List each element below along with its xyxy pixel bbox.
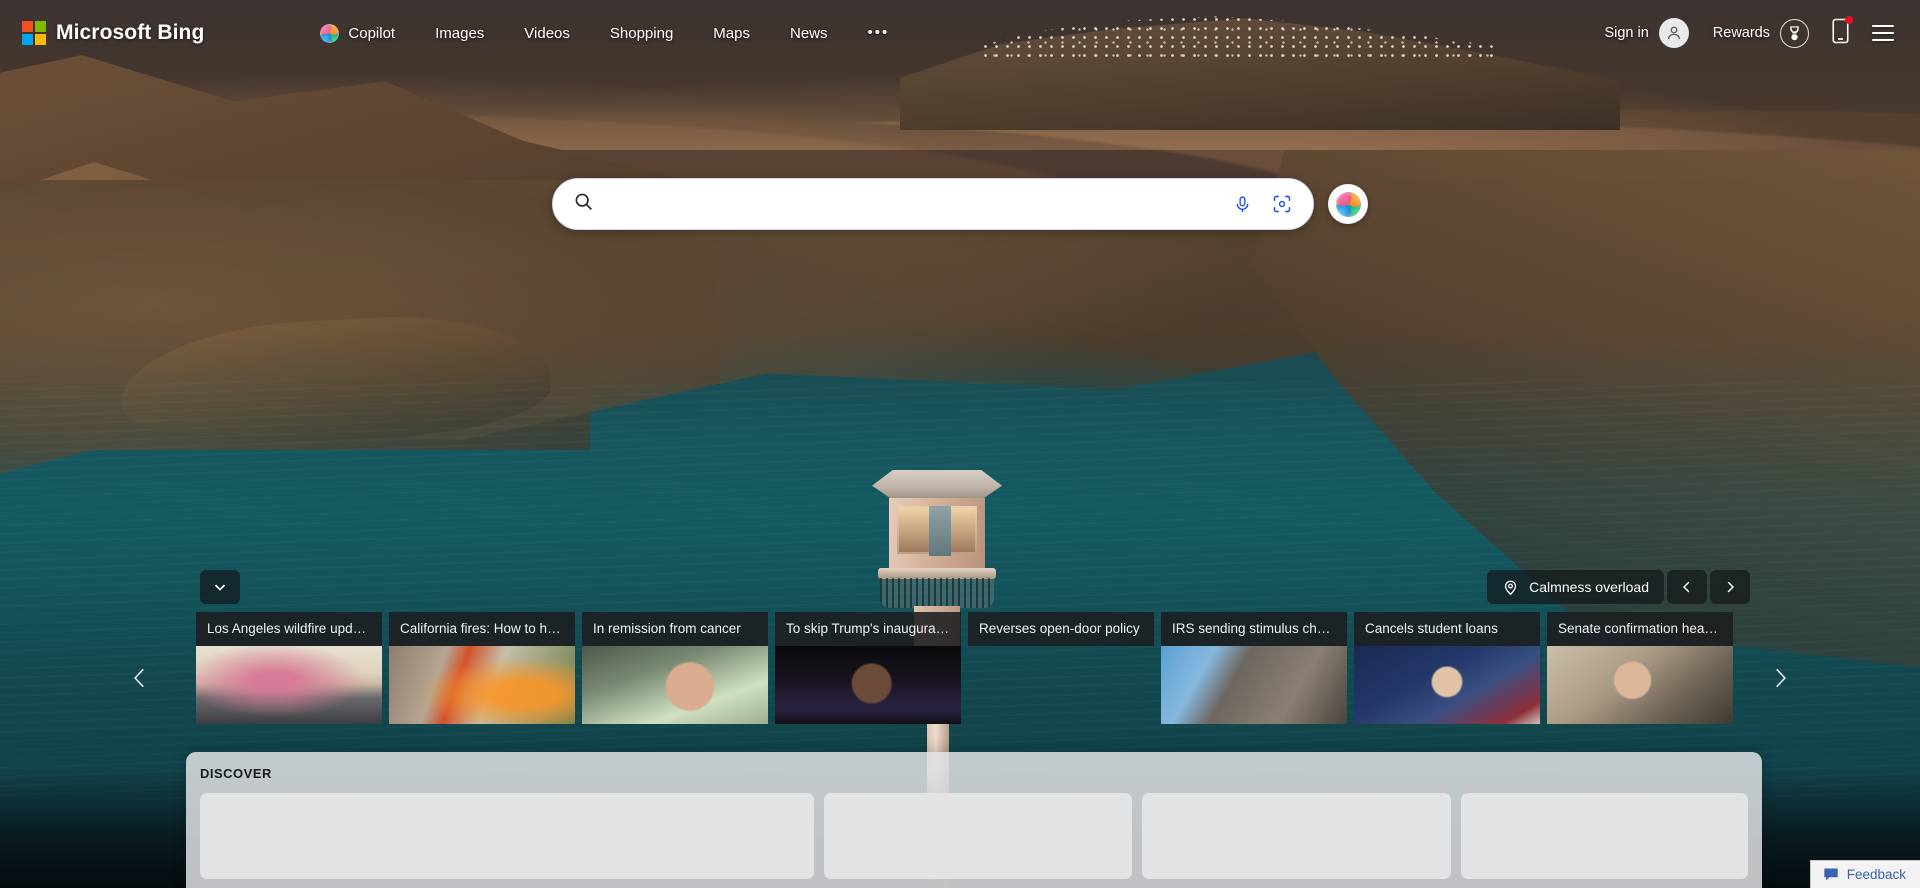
news-card-title: IRS sending stimulus che… xyxy=(1161,612,1347,646)
bing-homepage: Microsoft Bing Copilot Images Videos Sho… xyxy=(0,0,1920,888)
news-card[interactable]: Cancels student loans xyxy=(1354,612,1540,724)
carousel-prev-button[interactable] xyxy=(120,650,160,706)
news-card-title: Senate confirmation hearing xyxy=(1547,612,1733,646)
nav-more-menu-icon[interactable]: ••• xyxy=(848,22,910,44)
brand-name: Microsoft Bing xyxy=(56,21,205,44)
nav-item-videos[interactable]: Videos xyxy=(504,19,590,48)
discover-placeholder-card[interactable] xyxy=(824,793,1132,879)
account-avatar-icon xyxy=(1658,18,1689,48)
nav-item-copilot[interactable]: Copilot xyxy=(300,18,415,49)
search-area xyxy=(0,178,1920,230)
search-icon xyxy=(573,191,595,217)
location-pin-icon xyxy=(1505,580,1517,595)
rewards-medal-icon xyxy=(1780,18,1809,48)
news-card-thumbnail xyxy=(389,646,575,724)
background-info-group: Calmness overload xyxy=(1487,570,1750,604)
mobile-app-button[interactable] xyxy=(1821,12,1860,55)
sign-in-label: Sign in xyxy=(1604,25,1649,41)
news-card-thumbnail xyxy=(968,646,1154,724)
news-card[interactable]: IRS sending stimulus che… xyxy=(1161,612,1347,724)
news-card[interactable]: Reverses open-door policy xyxy=(968,612,1154,724)
nav-item-news[interactable]: News xyxy=(770,19,848,48)
discover-placeholder-card[interactable] xyxy=(200,793,815,879)
background-info-chip[interactable]: Calmness overload xyxy=(1487,570,1664,604)
nav-item-shopping[interactable]: Shopping xyxy=(590,19,693,48)
news-card-thumbnail xyxy=(1547,646,1733,724)
news-card-title: In remission from cancer xyxy=(582,612,768,646)
carousel-next-button[interactable] xyxy=(1760,650,1800,706)
discover-heading: DISCOVER xyxy=(200,766,272,781)
bing-logo-link[interactable]: Microsoft Bing xyxy=(22,21,204,45)
background-prev-button[interactable] xyxy=(1667,570,1707,604)
visual-search-camera-icon[interactable] xyxy=(1265,187,1299,221)
microphone-icon[interactable] xyxy=(1225,187,1259,221)
background-next-button[interactable] xyxy=(1710,570,1750,604)
news-card[interactable]: In remission from cancer xyxy=(582,612,768,724)
news-card[interactable]: Senate confirmation hearing xyxy=(1547,612,1733,724)
discover-placeholder-card[interactable] xyxy=(1460,793,1748,879)
news-card-title: Cancels student loans xyxy=(1354,612,1540,646)
news-card-title: California fires: How to help xyxy=(389,612,575,646)
news-card-title: To skip Trump's inauguration xyxy=(775,612,961,646)
nav-item-maps[interactable]: Maps xyxy=(693,19,770,48)
news-card-thumbnail xyxy=(775,646,961,724)
nav-label-copilot: Copilot xyxy=(348,24,396,42)
microsoft-logo-icon xyxy=(22,21,46,45)
hamburger-menu-button[interactable] xyxy=(1862,13,1904,54)
search-input[interactable] xyxy=(605,179,1225,229)
copilot-icon xyxy=(1335,191,1361,217)
news-card-title: Los Angeles wildfire updates xyxy=(196,612,382,646)
rewards-button[interactable]: Rewards xyxy=(1701,13,1821,54)
rewards-label: Rewards xyxy=(1712,25,1770,41)
feedback-button[interactable]: Feedback xyxy=(1809,860,1920,888)
news-card[interactable]: Los Angeles wildfire updates xyxy=(196,612,382,724)
news-card-thumbnail xyxy=(582,646,768,724)
news-card-thumbnail xyxy=(196,646,382,724)
news-card[interactable]: California fires: How to help xyxy=(389,612,575,724)
speech-bubble-icon xyxy=(1824,868,1838,881)
search-box[interactable] xyxy=(552,178,1314,230)
nav-item-images[interactable]: Images xyxy=(415,19,504,48)
scroll-down-button[interactable] xyxy=(200,570,240,604)
carousel-track: Los Angeles wildfire updates California … xyxy=(196,612,1733,724)
header-right-group: Sign in Rewards xyxy=(1592,12,1904,55)
news-card-thumbnail xyxy=(1161,646,1347,724)
notification-badge xyxy=(1845,15,1853,24)
discover-placeholder-card[interactable] xyxy=(1141,793,1451,879)
news-carousel: Los Angeles wildfire updates California … xyxy=(0,612,1920,742)
background-info-label: Calmness overload xyxy=(1529,579,1649,595)
copilot-search-button[interactable] xyxy=(1328,184,1368,224)
news-card-title: Reverses open-door policy xyxy=(968,612,1154,646)
main-nav: Copilot Images Videos Shopping Maps News… xyxy=(300,18,909,49)
feedback-label: Feedback xyxy=(1846,867,1906,882)
discover-card-row xyxy=(200,793,1748,879)
top-navigation-bar: Microsoft Bing Copilot Images Videos Sho… xyxy=(0,0,1920,66)
news-card[interactable]: To skip Trump's inauguration xyxy=(775,612,961,724)
sign-in-button[interactable]: Sign in xyxy=(1592,12,1700,54)
copilot-icon xyxy=(320,23,340,43)
news-card-thumbnail xyxy=(1354,646,1540,724)
search-actions xyxy=(1225,187,1299,221)
discover-panel: DISCOVER xyxy=(186,752,1762,888)
